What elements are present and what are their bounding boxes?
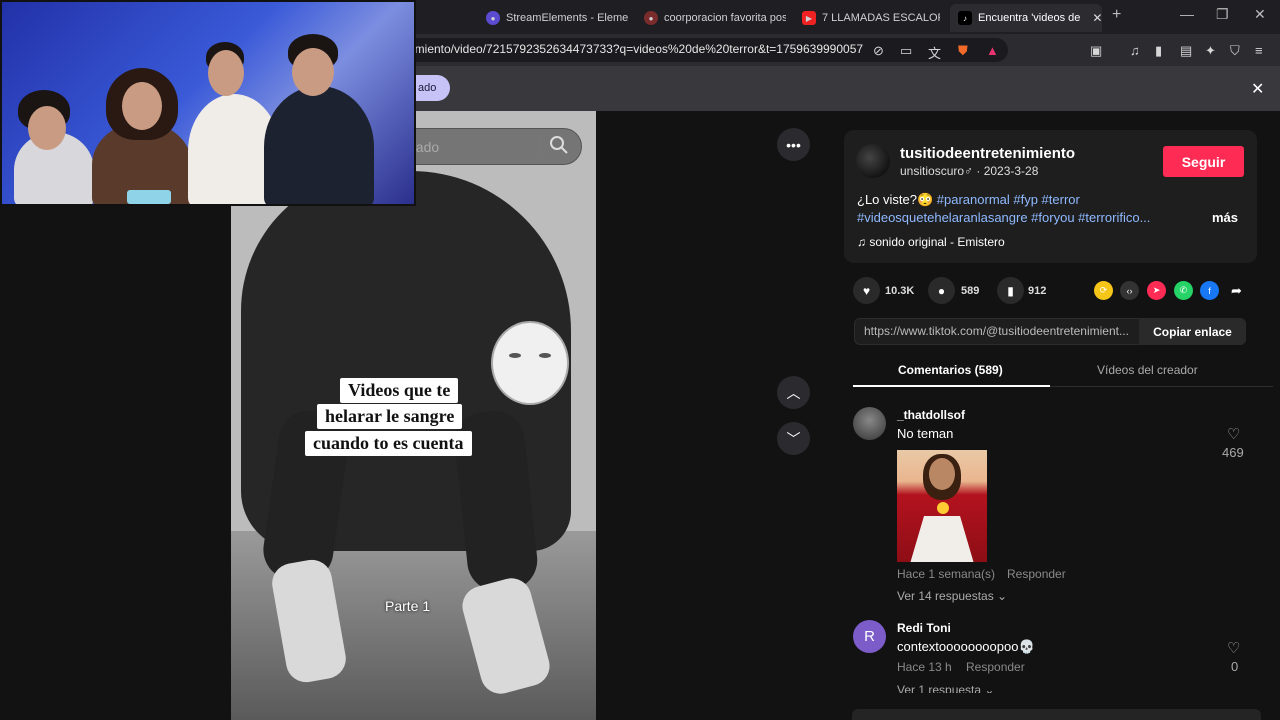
- search-icon[interactable]: [549, 135, 569, 155]
- comment-username[interactable]: _thatdollsof: [897, 408, 965, 422]
- close-tab-icon[interactable]: ✕: [1092, 11, 1102, 25]
- webcam-overlay: [0, 0, 416, 206]
- comment-icon[interactable]: ●: [928, 277, 955, 304]
- more-options-button[interactable]: •••: [777, 128, 810, 161]
- video-mask: [491, 321, 569, 405]
- tab-creator-videos[interactable]: Vídeos del creador: [1097, 363, 1198, 377]
- maximize-icon[interactable]: ❐: [1216, 6, 1229, 23]
- comment-like-icon[interactable]: ♡: [1227, 639, 1240, 657]
- next-video-button[interactable]: ﹀: [777, 422, 810, 455]
- tab-tiktok[interactable]: ♪ Encuentra 'videos de ✕: [950, 4, 1102, 32]
- tab-streamelements[interactable]: ● StreamElements - Elemen: [478, 4, 628, 32]
- music-icon[interactable]: ♫: [1130, 43, 1140, 58]
- hashtags[interactable]: #paranormal #fyp #terror: [937, 192, 1080, 207]
- reply-button[interactable]: Responder: [1007, 567, 1066, 581]
- screenshot-icon[interactable]: ▣: [1090, 43, 1102, 59]
- tab-label: StreamElements - Elemen: [506, 12, 628, 24]
- comment-time: Hace 13 h: [897, 660, 952, 674]
- search-divider: [539, 137, 540, 157]
- copy-link-button[interactable]: Copiar enlace: [1139, 318, 1246, 345]
- description-text: ¿Lo viste?😳: [857, 192, 937, 207]
- comment-text: No teman: [897, 426, 954, 441]
- comment-avatar[interactable]: R: [853, 620, 886, 653]
- caption-line: helarar le sangre: [317, 404, 463, 429]
- pin-icon: ●: [644, 11, 658, 25]
- tab-label: coorporacion favorita pos: [664, 12, 786, 24]
- previous-video-button[interactable]: ︿: [777, 376, 810, 409]
- vpn-icon[interactable]: ⛉: [1230, 43, 1240, 59]
- view-replies-button[interactable]: Ver 1 respuesta ⌄: [897, 683, 994, 693]
- tab-comments[interactable]: Comentarios (589): [898, 363, 1003, 377]
- comment-time: Hace 1 semana(s): [897, 567, 996, 581]
- streamelements-icon: ●: [486, 11, 500, 25]
- send-icon[interactable]: ➤: [1147, 281, 1166, 300]
- new-tab-icon[interactable]: +: [1112, 6, 1121, 24]
- rewards-icon[interactable]: ▲: [986, 43, 999, 58]
- repost-icon[interactable]: ⟳: [1094, 281, 1113, 300]
- share-arrow-icon[interactable]: ➦: [1227, 281, 1246, 300]
- tab-label: Encuentra 'videos de: [978, 12, 1081, 24]
- author-subline: unsitioscuro♂ · 2023-3-28: [900, 164, 1039, 178]
- tab-label: 7 LLAMADAS ESCALOFRIA: [822, 12, 940, 24]
- embed-icon[interactable]: ‹›: [1120, 281, 1139, 300]
- video-link[interactable]: https://www.tiktok.com/@tusitiodeentrete…: [864, 324, 1140, 338]
- translate-icon[interactable]: 文: [928, 43, 941, 62]
- brave-shield-icon[interactable]: ⛊: [958, 43, 968, 59]
- youtube-icon: ▶: [802, 11, 816, 25]
- menu-icon[interactable]: ≡: [1255, 43, 1263, 58]
- bookmark-icon[interactable]: ▮: [997, 277, 1024, 304]
- description-line-1: ¿Lo viste?😳 #paranormal #fyp #terror: [857, 192, 1080, 208]
- like-icon[interactable]: ♥: [853, 277, 880, 304]
- comment-avatar[interactable]: [853, 407, 886, 440]
- part-label: Parte 1: [385, 598, 431, 614]
- sidebar-icon[interactable]: ▮: [1155, 43, 1162, 59]
- cast-icon[interactable]: ▭: [900, 43, 912, 59]
- comment-text: contextoooooooopoo💀: [897, 639, 1035, 654]
- comment-input-bar[interactable]: [852, 709, 1261, 720]
- tiktok-icon: ♪: [958, 11, 972, 25]
- leo-icon[interactable]: ✦: [1205, 43, 1216, 59]
- view-replies-button[interactable]: Ver 14 respuestas ⌄: [897, 589, 1007, 603]
- comment-username[interactable]: Redi Toni: [897, 621, 951, 635]
- comment-image[interactable]: [897, 450, 987, 562]
- author-name[interactable]: tusitiodeentretenimiento: [900, 145, 1075, 162]
- close-window-icon[interactable]: ✕: [1254, 6, 1266, 23]
- music-link[interactable]: ♫ sonido original - Emistero: [857, 235, 1005, 249]
- follow-button[interactable]: Seguir: [1163, 146, 1244, 177]
- minimize-icon[interactable]: —: [1180, 6, 1194, 22]
- whatsapp-icon[interactable]: ✆: [1174, 281, 1193, 300]
- no-audio-icon[interactable]: ⊘: [873, 43, 884, 59]
- tab-youtube[interactable]: ▶ 7 LLAMADAS ESCALOFRIA: [794, 4, 940, 32]
- reply-button[interactable]: Responder: [966, 660, 1025, 674]
- like-count: 10.3K: [885, 285, 915, 297]
- facebook-icon[interactable]: f: [1200, 281, 1219, 300]
- caption-line: Videos que te: [340, 378, 459, 403]
- comment-like-icon[interactable]: ♡: [1227, 425, 1240, 443]
- phone: [127, 190, 171, 204]
- comment-count: 589: [961, 285, 980, 297]
- person-4: [264, 86, 374, 204]
- save-count: 912: [1028, 285, 1047, 297]
- wallet-icon[interactable]: ▤: [1180, 43, 1192, 59]
- active-tab-indicator: [853, 385, 1050, 387]
- author-avatar[interactable]: [856, 144, 890, 178]
- comment-like-count: 0: [1231, 659, 1239, 674]
- more-button[interactable]: más: [1212, 210, 1238, 225]
- comment-like-count: 469: [1222, 445, 1244, 460]
- close-infobar-icon[interactable]: ✕: [1251, 79, 1264, 99]
- url-text[interactable]: imiento/video/7215792352634473733?q=vide…: [412, 42, 863, 56]
- caption-line: cuando to es cuenta: [305, 431, 472, 456]
- description-line-2[interactable]: #videosquetehelaranlasangre #foryou #ter…: [857, 210, 1150, 225]
- tab-coorporacion[interactable]: ● coorporacion favorita pos: [636, 4, 786, 32]
